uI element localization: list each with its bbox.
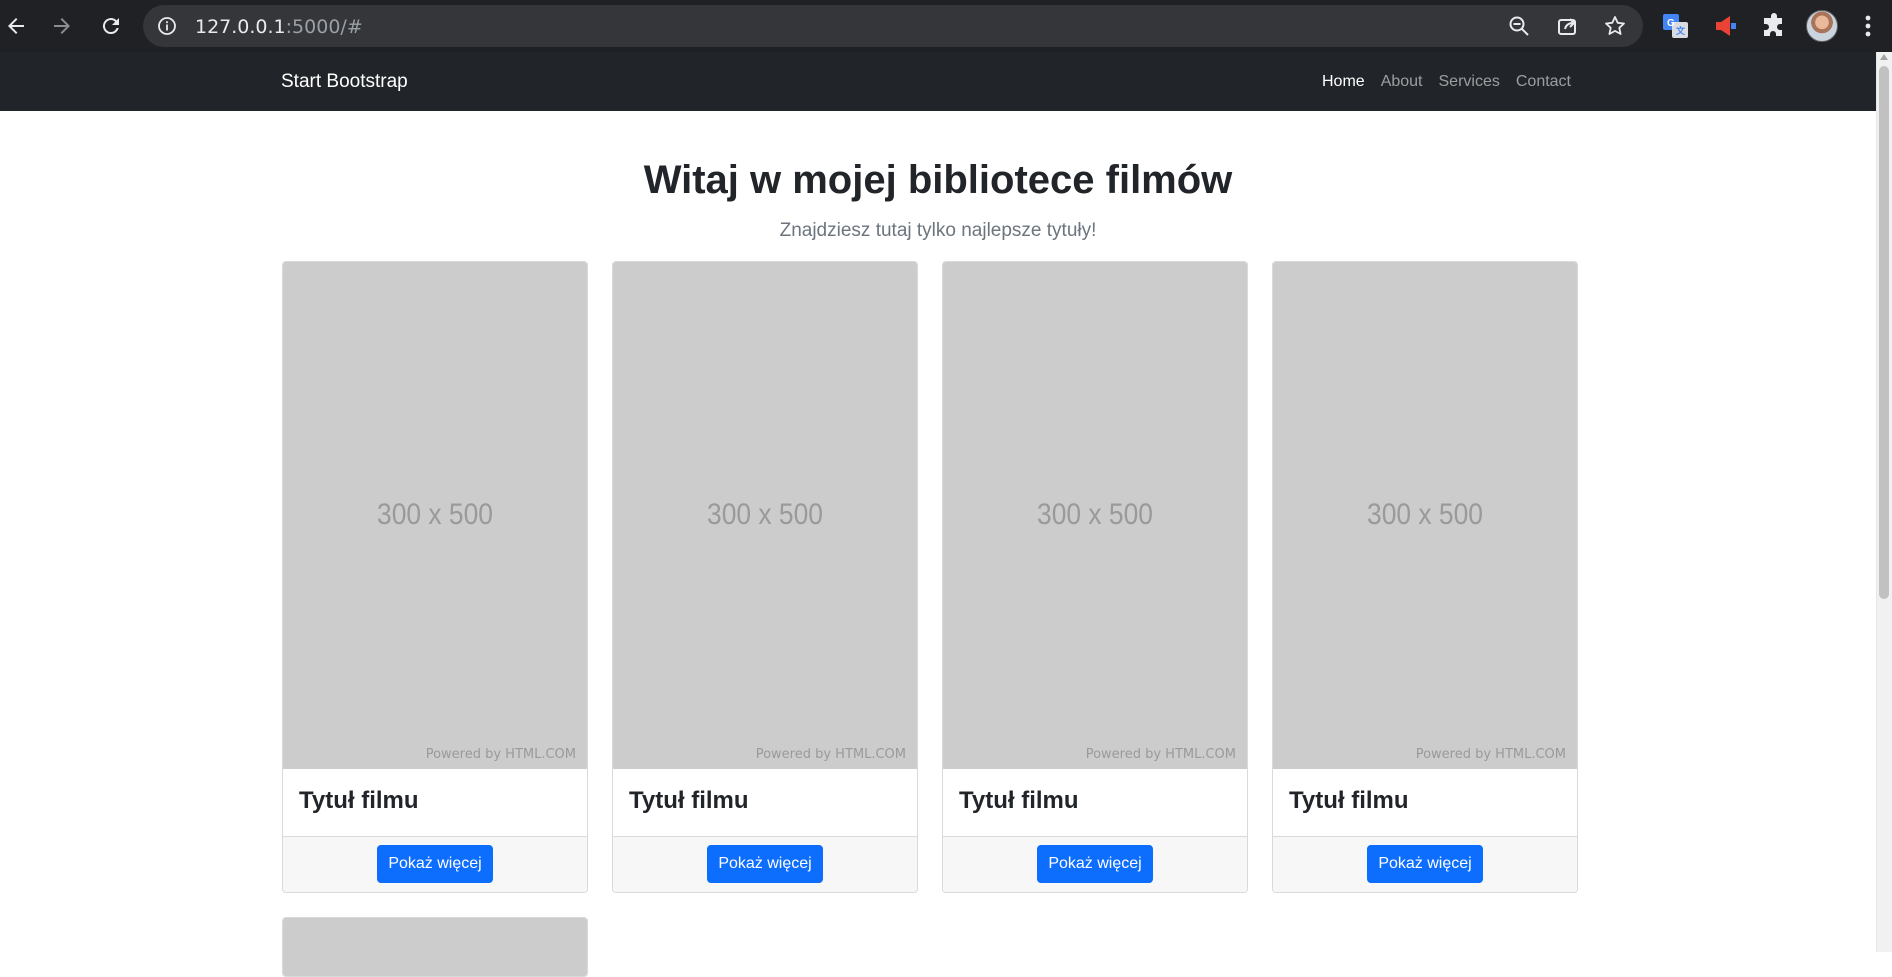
announcement-extension-icon[interactable] — [1712, 12, 1740, 40]
forward-arrow-icon[interactable] — [46, 10, 78, 42]
placeholder-size-text: 300 x 500 — [707, 498, 823, 531]
placeholder-size-text: 300 x 500 — [1367, 498, 1483, 531]
page-scrollbar-thumb[interactable] — [1879, 66, 1889, 599]
movie-card: 300 x 500 Powered by HTML.COM Tytuł film… — [1272, 261, 1578, 893]
google-translate-icon[interactable]: G 文 — [1662, 12, 1690, 40]
reload-icon[interactable] — [95, 10, 127, 42]
movie-poster-placeholder: 300 x 500 Powered by HTML.COM — [1273, 262, 1577, 769]
placeholder-size-text: 300 x 500 — [1037, 498, 1153, 531]
svg-text:文: 文 — [1675, 25, 1686, 36]
back-arrow-icon[interactable] — [0, 10, 32, 42]
card-footer: Pokaż więcej — [1273, 836, 1577, 892]
address-bar[interactable]: 127.0.0.1:5000/# — [143, 5, 1643, 47]
page-subtitle: Znajdziesz tutaj tylko najlepsze tytuły! — [779, 220, 1097, 241]
extensions-puzzle-icon[interactable] — [1760, 12, 1788, 40]
nav-link-about[interactable]: About — [1381, 73, 1423, 91]
card-footer: Pokaż więcej — [613, 836, 917, 892]
navbar-brand[interactable]: Start Bootstrap — [281, 71, 408, 93]
movie-title: Tytuł filmu — [629, 787, 749, 814]
movie-title: Tytuł filmu — [1289, 787, 1409, 814]
show-more-button[interactable]: Pokaż więcej — [377, 845, 493, 883]
placeholder-credit: Powered by HTML.COM — [1085, 747, 1236, 762]
bookmark-star-icon[interactable] — [1604, 15, 1626, 37]
nav-link-contact[interactable]: Contact — [1516, 73, 1571, 91]
movie-poster-placeholder: 300 x 500 Powered by HTML.COM — [943, 262, 1247, 769]
chrome-menu-icon[interactable] — [1858, 12, 1878, 40]
browser-toolbar: 127.0.0.1:5000/# G 文 — [0, 0, 1892, 52]
site-navbar: Start Bootstrap Home About Services Cont… — [0, 52, 1876, 111]
page-title: Witaj w mojej bibliotece filmów — [643, 158, 1233, 202]
url-text[interactable]: 127.0.0.1:5000/# — [195, 16, 363, 38]
svg-text:G: G — [1667, 18, 1675, 29]
placeholder-size-text: 300 x 500 — [377, 498, 493, 531]
movie-title: Tytuł filmu — [959, 787, 1079, 814]
movie-card: 300 x 500 Powered by HTML.COM Tytuł film… — [282, 261, 588, 893]
movie-card: 300 x 500 Powered by HTML.COM Tytuł film… — [942, 261, 1248, 893]
url-path: :5000/# — [285, 16, 363, 38]
placeholder-credit: Powered by HTML.COM — [425, 747, 576, 762]
navbar-links: Home About Services Contact — [1322, 73, 1571, 91]
movie-card: 300 x 500 Powered by HTML.COM Tytuł film… — [612, 261, 918, 893]
placeholder-credit: Powered by HTML.COM — [755, 747, 906, 762]
movie-poster-placeholder: 300 x 500 Powered by HTML.COM — [283, 262, 587, 769]
nav-link-services[interactable]: Services — [1439, 73, 1500, 91]
placeholder-credit: Powered by HTML.COM — [1415, 747, 1566, 762]
show-more-button[interactable]: Pokaż więcej — [1367, 845, 1483, 883]
url-host: 127.0.0.1 — [195, 16, 286, 38]
zoom-out-icon[interactable] — [1508, 15, 1530, 37]
site-info-icon[interactable] — [157, 16, 177, 36]
card-footer: Pokaż więcej — [283, 836, 587, 892]
movie-card-partial — [282, 917, 588, 977]
profile-avatar[interactable] — [1806, 10, 1838, 42]
nav-link-home[interactable]: Home — [1322, 73, 1365, 91]
show-more-button[interactable]: Pokaż więcej — [1037, 845, 1153, 883]
share-icon[interactable] — [1556, 15, 1578, 37]
scroll-up-arrow-icon[interactable] — [1880, 54, 1888, 60]
show-more-button[interactable]: Pokaż więcej — [707, 845, 823, 883]
card-footer: Pokaż więcej — [943, 836, 1247, 892]
movie-poster-placeholder: 300 x 500 Powered by HTML.COM — [613, 262, 917, 769]
movie-title: Tytuł filmu — [299, 787, 419, 814]
movie-poster-placeholder — [283, 918, 587, 976]
